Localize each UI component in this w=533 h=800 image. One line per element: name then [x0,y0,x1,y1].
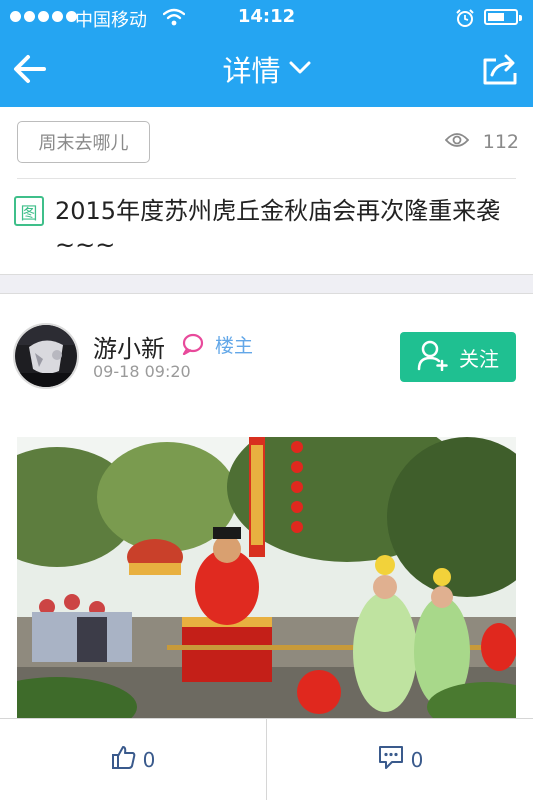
chat-bubble-icon [181,333,205,359]
post-photo[interactable] [17,437,516,718]
status-bar: 中国移动 14:12 [0,0,533,35]
comment-count: 0 [410,747,424,772]
post-time: 09-18 09:20 [93,362,191,381]
comment-icon [377,744,405,775]
add-user-icon [417,339,449,376]
like-count: 0 [142,747,156,772]
like-button[interactable]: 0 [0,719,266,800]
comment-button[interactable]: 0 [267,719,533,800]
thumbs-up-icon [111,744,137,775]
chevron-down-icon[interactable] [289,60,311,79]
avatar[interactable] [13,323,79,389]
owner-label: 楼主 [215,335,254,357]
post-title: 2015年度苏州虎丘金秋庙会再次隆重来袭~~~ [55,197,501,259]
share-button[interactable] [482,53,520,89]
share-icon [483,54,517,85]
back-button[interactable] [12,51,48,91]
view-count: 112 [444,131,519,153]
author-name[interactable]: 游小新 [93,329,165,364]
bottom-action-bar: 0 0 [0,718,533,800]
follow-button[interactable]: 关注 [400,332,516,382]
status-time: 14:12 [237,6,296,27]
view-count-number: 112 [482,131,519,153]
alarm-clock-icon [455,8,475,32]
battery-icon [484,9,522,25]
page-title[interactable]: 详情 [222,48,280,90]
section-separator [0,274,533,294]
eye-icon [444,131,469,153]
arrow-left-icon [14,55,46,83]
top-bar: 中国移动 14:12 详情 [0,0,533,107]
topic-tag[interactable]: 周末去哪儿 [17,121,150,163]
image-post-badge: 图 [14,196,44,226]
divider [17,178,516,179]
follow-label: 关注 [459,346,499,371]
